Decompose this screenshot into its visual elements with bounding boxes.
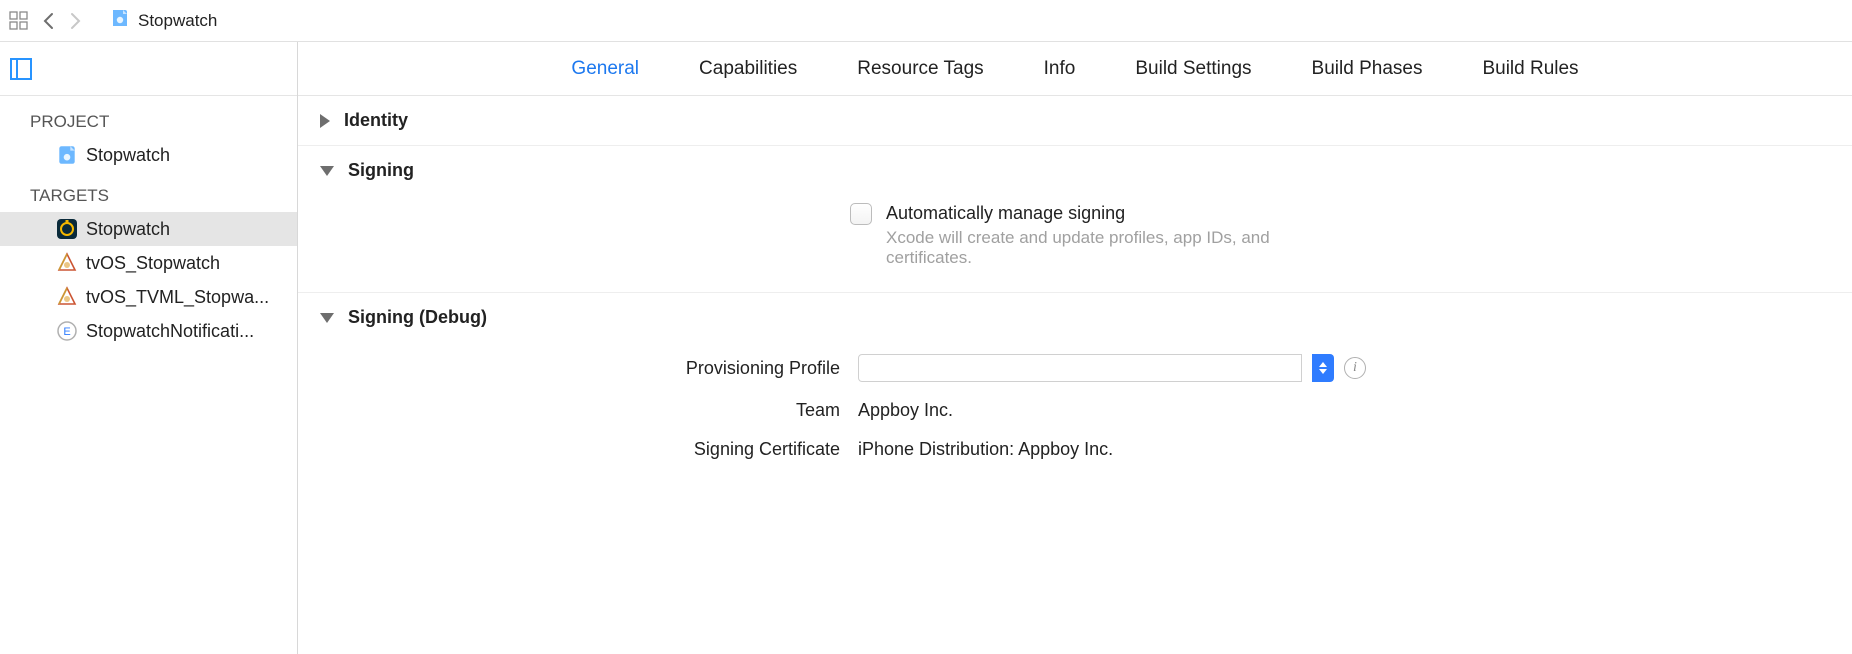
signing-title: Signing xyxy=(348,160,414,181)
signing-certificate-label: Signing Certificate xyxy=(320,439,840,460)
target-row-notification-extension[interactable]: E StopwatchNotificati... xyxy=(0,314,297,348)
tab-info[interactable]: Info xyxy=(1044,58,1076,80)
tab-resource-tags[interactable]: Resource Tags xyxy=(857,58,983,80)
target-label: tvOS_Stopwatch xyxy=(86,253,220,274)
provisioning-profile-label: Provisioning Profile xyxy=(320,358,840,379)
signing-disclosure-header[interactable]: Signing xyxy=(320,160,1830,181)
identity-disclosure-header[interactable]: Identity xyxy=(320,110,1830,131)
sidebar-toggle-icon[interactable] xyxy=(10,58,32,80)
project-file-icon xyxy=(56,144,78,166)
signing-certificate-value: iPhone Distribution: Appboy Inc. xyxy=(858,439,1113,460)
editor-area: General Capabilities Resource Tags Info … xyxy=(298,42,1852,654)
team-label: Team xyxy=(320,400,840,421)
project-file-icon xyxy=(110,8,130,33)
auto-manage-signing-label: Automatically manage signing xyxy=(886,203,1346,224)
tab-general[interactable]: General xyxy=(571,58,639,80)
auto-manage-signing-description: Xcode will create and update profiles, a… xyxy=(886,228,1346,268)
top-navigation-bar: Stopwatch xyxy=(0,0,1852,42)
nav-back-button[interactable] xyxy=(40,12,58,30)
dropdown-stepper-icon[interactable] xyxy=(1312,354,1334,382)
chevron-down-icon xyxy=(1319,369,1327,374)
editor-tabs: General Capabilities Resource Tags Info … xyxy=(298,42,1852,96)
signing-section: Signing Automatically manage signing Xco… xyxy=(298,146,1852,293)
target-label: Stopwatch xyxy=(86,219,170,240)
project-row-stopwatch[interactable]: Stopwatch xyxy=(0,138,297,172)
breadcrumb-title[interactable]: Stopwatch xyxy=(138,11,217,31)
identity-title: Identity xyxy=(344,110,408,131)
chevron-up-icon xyxy=(1319,362,1327,367)
app-placeholder-icon xyxy=(56,252,78,274)
target-label: StopwatchNotificati... xyxy=(86,321,254,342)
app-target-icon xyxy=(56,218,78,240)
app-placeholder-icon xyxy=(56,286,78,308)
tab-build-settings[interactable]: Build Settings xyxy=(1135,58,1251,80)
info-icon[interactable]: i xyxy=(1344,357,1366,379)
project-navigator-sidebar: PROJECT Stopwatch TARGETS Stopwatch tvOS… xyxy=(0,42,298,654)
project-label: Stopwatch xyxy=(86,145,170,166)
project-section-header: PROJECT xyxy=(0,106,297,138)
chevron-down-icon xyxy=(320,166,334,176)
related-items-icon[interactable] xyxy=(8,10,30,32)
target-label: tvOS_TVML_Stopwa... xyxy=(86,287,269,308)
chevron-right-icon xyxy=(320,114,330,128)
targets-section-header: TARGETS xyxy=(0,180,297,212)
signing-debug-section: Signing (Debug) Provisioning Profile xyxy=(298,293,1852,484)
target-row-tvos-tvml[interactable]: tvOS_TVML_Stopwa... xyxy=(0,280,297,314)
auto-manage-signing-checkbox[interactable] xyxy=(850,203,872,225)
extension-target-icon: E xyxy=(56,320,78,342)
signing-debug-disclosure-header[interactable]: Signing (Debug) xyxy=(320,307,1830,328)
tab-build-phases[interactable]: Build Phases xyxy=(1312,58,1423,80)
nav-forward-button[interactable] xyxy=(66,12,84,30)
tab-capabilities[interactable]: Capabilities xyxy=(699,58,797,80)
chevron-down-icon xyxy=(320,313,334,323)
identity-section: Identity xyxy=(298,96,1852,146)
tab-build-rules[interactable]: Build Rules xyxy=(1482,58,1578,80)
provisioning-profile-dropdown[interactable] xyxy=(858,354,1302,382)
target-row-tvos-stopwatch[interactable]: tvOS_Stopwatch xyxy=(0,246,297,280)
svg-text:E: E xyxy=(63,326,70,338)
target-row-stopwatch[interactable]: Stopwatch xyxy=(0,212,297,246)
signing-debug-title: Signing (Debug) xyxy=(348,307,487,328)
team-value: Appboy Inc. xyxy=(858,400,953,421)
